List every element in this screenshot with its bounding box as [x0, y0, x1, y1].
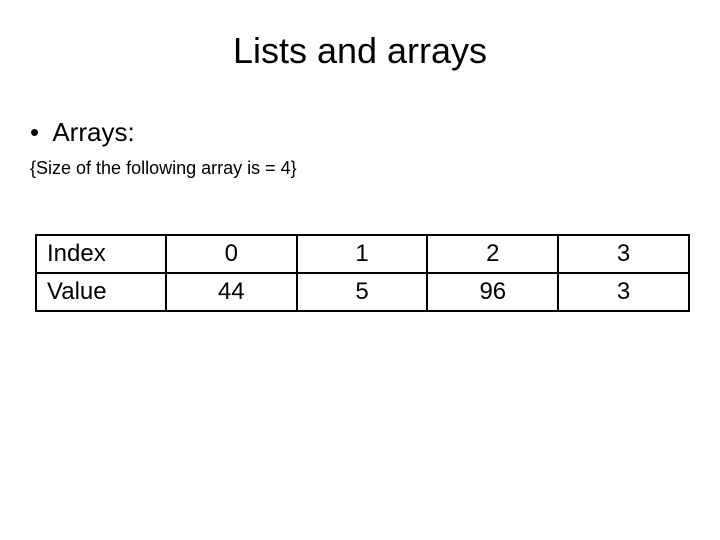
index-cell: 0: [166, 235, 297, 273]
value-cell: 3: [558, 273, 689, 311]
row-label-index: Index: [36, 235, 166, 273]
value-cell: 96: [427, 273, 558, 311]
bullet-arrays: Arrays:: [30, 117, 690, 148]
size-note: {Size of the following array is = 4}: [30, 158, 690, 179]
table-row: Index 0 1 2 3: [36, 235, 689, 273]
slide-title: Lists and arrays: [30, 30, 690, 72]
value-cell: 44: [166, 273, 297, 311]
slide: Lists and arrays Arrays: {Size of the fo…: [0, 0, 720, 332]
index-cell: 1: [297, 235, 428, 273]
table-row: Value 44 5 96 3: [36, 273, 689, 311]
row-label-value: Value: [36, 273, 166, 311]
array-table: Index 0 1 2 3 Value 44 5 96 3: [35, 234, 690, 312]
index-cell: 2: [427, 235, 558, 273]
value-cell: 5: [297, 273, 428, 311]
index-cell: 3: [558, 235, 689, 273]
